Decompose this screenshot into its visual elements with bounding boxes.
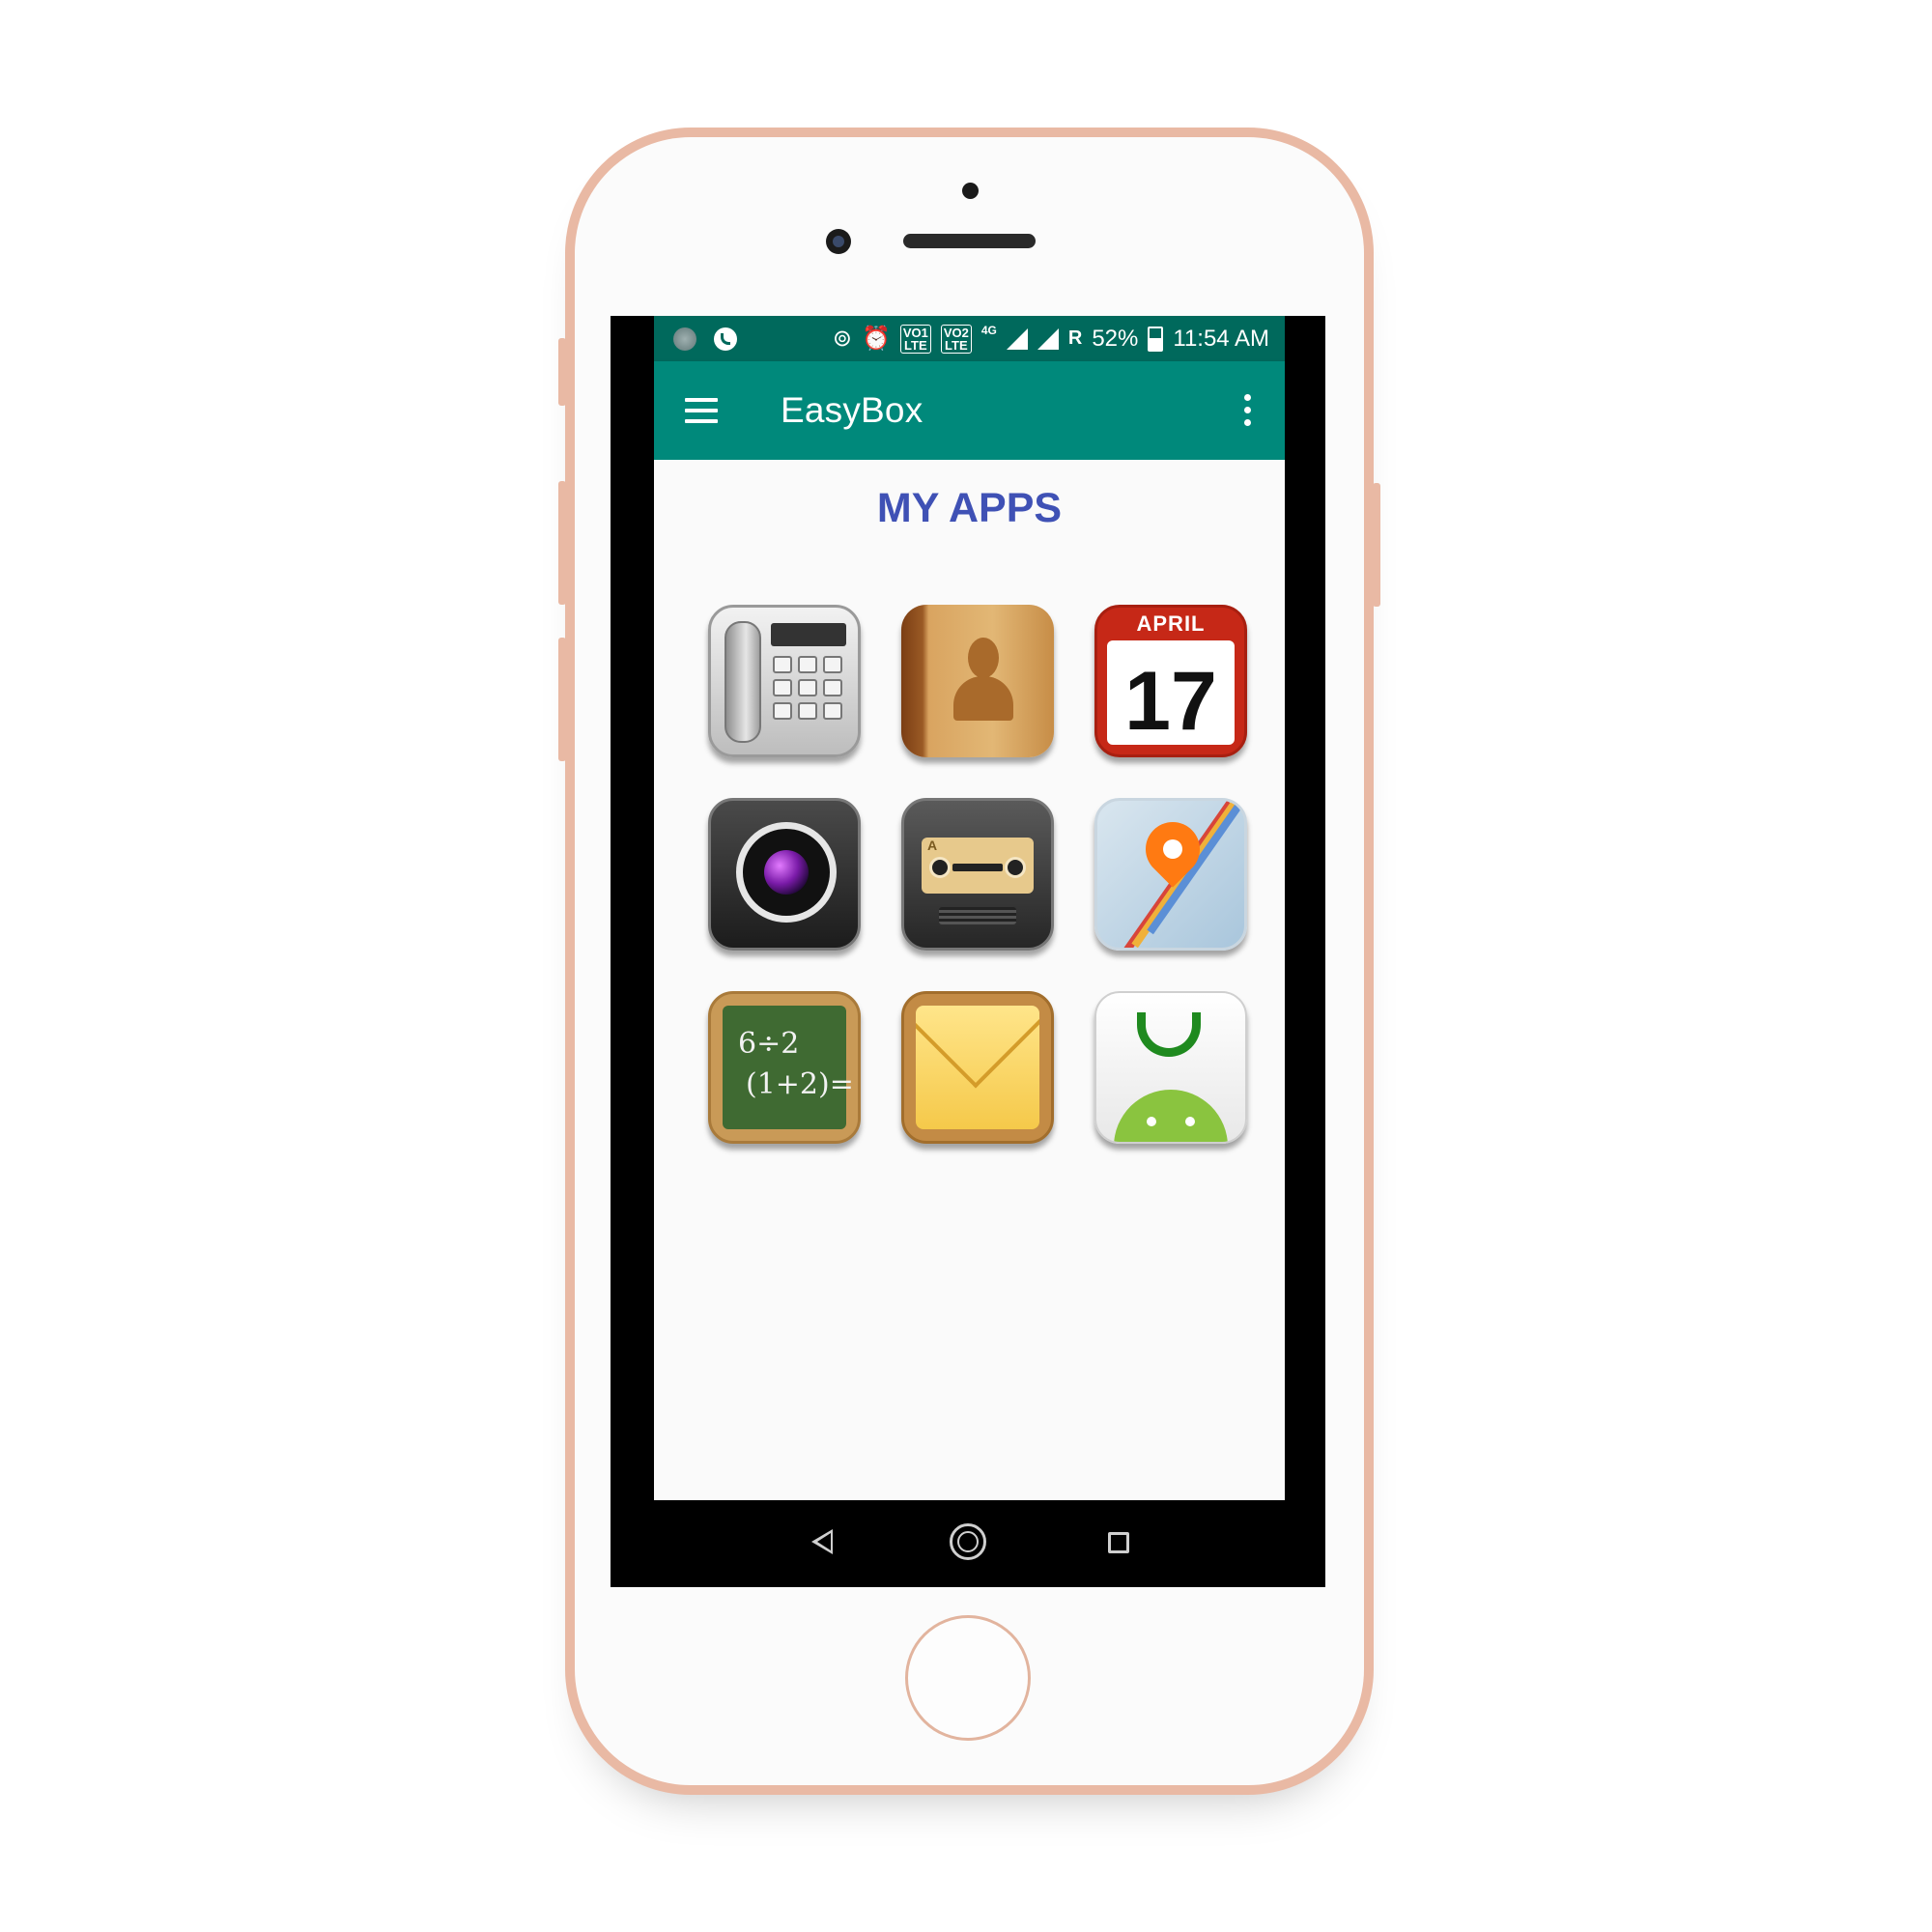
- volume-down-button: [558, 638, 566, 761]
- network-type: 4G: [980, 324, 997, 337]
- play-store-icon[interactable]: [1094, 991, 1247, 1144]
- app-toolbar: EasyBox: [654, 361, 1285, 460]
- signal-icon-2: [1037, 327, 1059, 350]
- sim1-volte-badge: VO1 LTE: [899, 324, 931, 354]
- calendar-day: 17: [1124, 655, 1217, 748]
- whatsapp-call-icon: [714, 327, 737, 351]
- app-notification-icon: [673, 327, 696, 351]
- proximity-sensor: [962, 183, 979, 199]
- status-bar: ⊚ ⏰ VO1 LTE VO2 LTE 4G R 52% 11:54 AM: [654, 316, 1285, 361]
- contacts-icon[interactable]: [901, 605, 1054, 757]
- sim2-volte-badge: VO2 LTE: [940, 324, 972, 354]
- section-title: MY APPS: [876, 485, 1063, 531]
- recent-apps-icon[interactable]: [1108, 1532, 1129, 1553]
- more-options-icon[interactable]: [1244, 394, 1252, 432]
- mail-icon[interactable]: [901, 991, 1054, 1144]
- power-button: [1373, 483, 1380, 607]
- earpiece-speaker: [903, 234, 1036, 248]
- hotspot-icon: ⊚: [832, 325, 852, 352]
- calendar-icon[interactable]: APRIL 17: [1094, 605, 1247, 757]
- mute-switch: [558, 338, 566, 406]
- voice-recorder-icon[interactable]: A: [901, 798, 1054, 951]
- roaming-indicator: R: [1067, 327, 1083, 349]
- app-title: EasyBox: [781, 390, 923, 430]
- alarm-icon: ⏰: [861, 325, 891, 352]
- battery-percent: 52%: [1092, 325, 1139, 352]
- hardware-home-button[interactable]: [905, 1615, 1031, 1741]
- calendar-month: APRIL: [1136, 611, 1206, 636]
- app-content: MY APPS APRIL 17 A 6÷2 (1+2)=: [654, 460, 1285, 1500]
- back-icon[interactable]: [811, 1529, 833, 1554]
- camera-icon[interactable]: [708, 798, 861, 951]
- calculator-icon[interactable]: 6÷2 (1+2)=: [708, 991, 861, 1144]
- maps-icon[interactable]: [1094, 798, 1247, 951]
- app-grid: APRIL 17 A 6÷2 (1+2)=: [708, 605, 1247, 1144]
- chalk-line-2: (1+2)=: [746, 1067, 854, 1101]
- phone-dialer-icon[interactable]: [708, 605, 861, 757]
- chalk-line-1: 6÷2: [738, 1027, 800, 1061]
- volume-up-button: [558, 481, 566, 605]
- tape-label: A: [927, 838, 938, 853]
- navigation-bar: [611, 1500, 1325, 1587]
- signal-icon: [1006, 327, 1028, 350]
- front-camera: [826, 229, 851, 254]
- battery-icon: [1148, 326, 1164, 352]
- home-icon[interactable]: [950, 1523, 986, 1560]
- menu-icon[interactable]: [685, 398, 718, 423]
- clock: 11:54 AM: [1173, 325, 1269, 352]
